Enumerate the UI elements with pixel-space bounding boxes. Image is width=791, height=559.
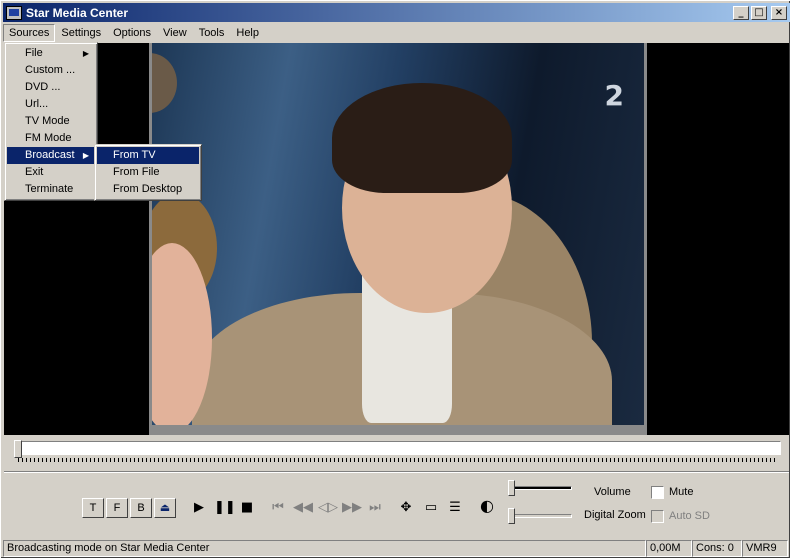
broadcast-submenu: From TV From File From Desktop: [94, 144, 202, 201]
zoom-thumb[interactable]: [508, 508, 515, 524]
sources-item-url[interactable]: Url...: [7, 96, 95, 113]
play-icon[interactable]: ▶: [190, 500, 208, 516]
menu-tools[interactable]: Tools: [193, 24, 231, 42]
volume-label: Volume: [594, 486, 631, 498]
video-image: 2: [152, 43, 644, 425]
sources-item-fm-mode[interactable]: FM Mode: [7, 130, 95, 147]
pause-icon[interactable]: ❚❚: [214, 500, 236, 516]
stop-icon[interactable]: ■: [238, 500, 256, 516]
submenu-arrow-icon: ▶: [82, 49, 89, 58]
broadcast-item-from-desktop[interactable]: From Desktop: [97, 181, 199, 198]
status-size: 0,00M: [646, 540, 692, 557]
menu-view[interactable]: View: [157, 24, 193, 42]
seek-thumb[interactable]: [14, 440, 22, 458]
broadcast-item-from-tv[interactable]: From TV: [97, 147, 199, 164]
t-button[interactable]: T: [82, 498, 104, 518]
skip-last-icon[interactable]: ⏭: [366, 500, 384, 516]
menu-options[interactable]: Options: [107, 24, 157, 42]
video-area[interactable]: 2: [4, 43, 789, 435]
sources-item-tv-mode[interactable]: TV Mode: [7, 113, 95, 130]
step-icon[interactable]: ◁▷: [318, 500, 338, 516]
minimize-button[interactable]: _: [733, 5, 749, 20]
mute-checkbox[interactable]: [651, 486, 664, 499]
move-icon[interactable]: ✥: [397, 500, 415, 516]
b-button[interactable]: B: [130, 498, 152, 518]
close-button[interactable]: ×: [771, 5, 787, 20]
status-cons: Cons: 0: [692, 540, 742, 557]
seek-ticks: [18, 458, 778, 462]
sources-dropdown: File ▶ Custom ... DVD ... Url... TV Mode …: [4, 42, 98, 201]
digital-zoom-slider[interactable]: [508, 508, 572, 524]
seek-bar[interactable]: [4, 436, 789, 470]
menu-settings[interactable]: Settings: [55, 24, 107, 42]
maximize-button[interactable]: □: [751, 5, 767, 20]
title-bar[interactable]: Star Media Center _ □ ×: [3, 3, 790, 22]
zoom-track: [510, 514, 572, 518]
monitor-icon[interactable]: ▭: [422, 500, 440, 516]
rewind-icon[interactable]: ◀◀: [293, 500, 313, 516]
sources-item-file[interactable]: File ▶: [7, 45, 95, 62]
sources-item-terminate[interactable]: Terminate: [7, 181, 95, 198]
item-label: File: [25, 47, 43, 59]
volume-slider[interactable]: [508, 480, 572, 496]
playlist-icon[interactable]: ☰: [446, 500, 464, 516]
broadcast-item-from-file[interactable]: From File: [97, 164, 199, 181]
skip-first-icon[interactable]: ⏮: [269, 500, 287, 516]
f-button[interactable]: F: [106, 498, 128, 518]
submenu-arrow-icon: ▶: [82, 151, 89, 160]
menu-sources[interactable]: Sources: [3, 23, 56, 42]
fast-forward-icon[interactable]: ▶▶: [342, 500, 362, 516]
sources-item-broadcast[interactable]: Broadcast ▶: [7, 147, 95, 164]
volume-thumb[interactable]: [508, 480, 515, 496]
mute-label: Mute: [669, 486, 694, 498]
sources-item-dvd[interactable]: DVD ...: [7, 79, 95, 96]
eject-icon[interactable]: ⏏: [154, 498, 176, 518]
status-renderer: VMR9: [742, 540, 788, 557]
menu-bar: Sources Settings Options View Tools Help: [3, 23, 790, 42]
digital-zoom-label: Digital Zoom: [584, 509, 646, 521]
video-frame: 2: [149, 43, 647, 435]
color-adjust-icon[interactable]: ◐: [478, 498, 496, 514]
seek-track[interactable]: [14, 441, 781, 455]
window-title: Star Media Center: [26, 5, 129, 20]
volume-track: [510, 486, 572, 490]
app-icon[interactable]: [6, 5, 22, 20]
sources-item-exit[interactable]: Exit: [7, 164, 95, 181]
controls-panel: T F B ⏏ ▶ ❚❚ ■ ⏮ ◀◀ ◁▷ ▶▶ ⏭ ✥ ▭ ☰ ◐ Volu…: [4, 471, 789, 537]
auto-sd-label: Auto SD: [669, 510, 710, 522]
item-label: Broadcast: [25, 149, 75, 161]
status-message: Broadcasting mode on Star Media Center: [3, 540, 646, 557]
channel-logo: 2: [604, 79, 624, 112]
menu-help[interactable]: Help: [230, 24, 265, 42]
status-bar: Broadcasting mode on Star Media Center 0…: [3, 539, 790, 558]
sources-item-custom[interactable]: Custom ...: [7, 62, 95, 79]
app-window: Star Media Center _ □ × Sources Settings…: [0, 0, 791, 559]
auto-sd-checkbox[interactable]: [651, 510, 664, 523]
